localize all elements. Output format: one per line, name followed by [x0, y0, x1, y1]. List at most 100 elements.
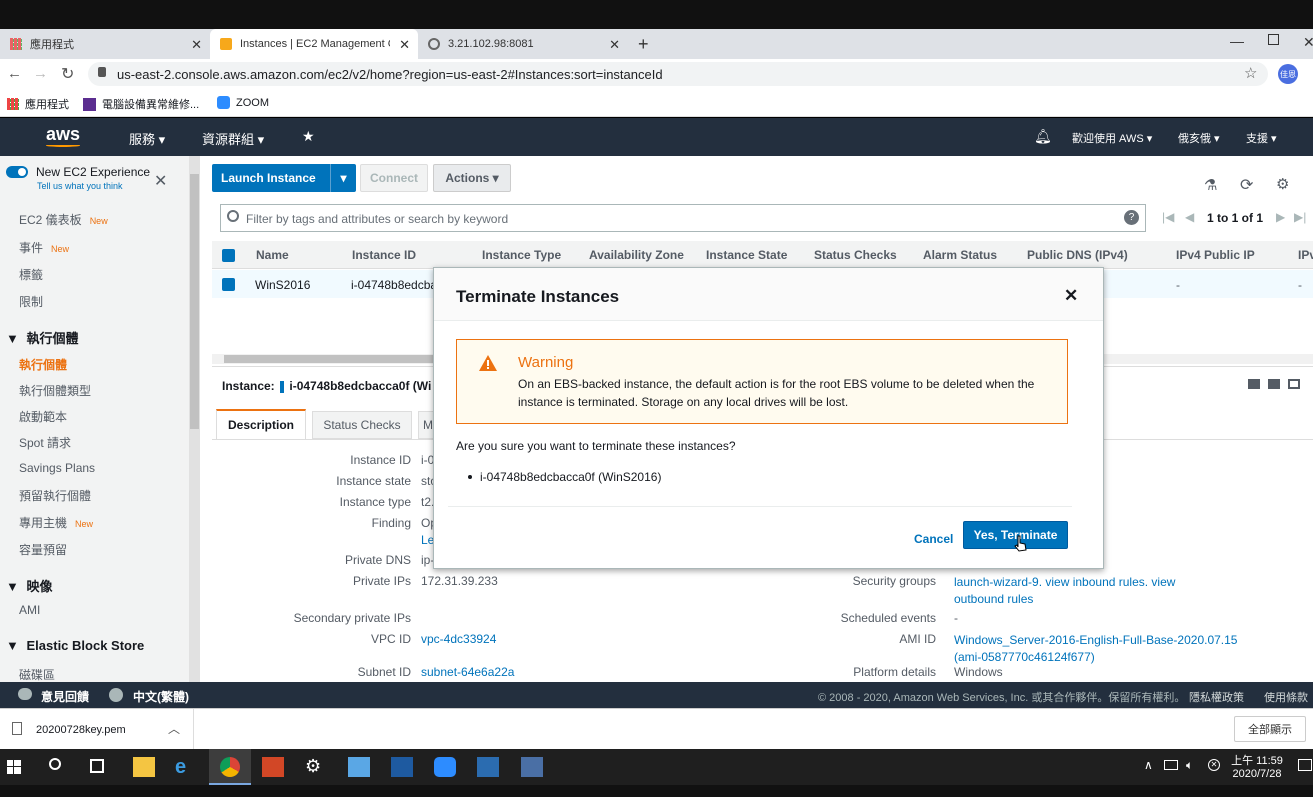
- bullet-icon: [468, 475, 472, 479]
- screen-bottom-bar: [0, 785, 1313, 797]
- zoom-icon: [217, 96, 230, 109]
- bell-icon[interactable]: 🔔︎: [1034, 128, 1052, 145]
- pin-icon[interactable]: ★: [302, 128, 315, 145]
- network-icon[interactable]: [1164, 760, 1178, 770]
- tab-apps[interactable]: 應用程式 ✕: [0, 29, 210, 59]
- profile-avatar[interactable]: 佳恩: [1278, 64, 1298, 84]
- tab-label: 應用程式: [30, 39, 74, 51]
- tab-ec2[interactable]: Instances | EC2 Management C ✕: [210, 29, 418, 59]
- divider: [193, 709, 194, 750]
- minimize-icon[interactable]: —: [1230, 33, 1244, 49]
- terms-link[interactable]: 使用條款: [1264, 689, 1308, 705]
- close-tab-icon[interactable]: ✕: [399, 37, 410, 53]
- ime-icon[interactable]: ✕: [1208, 759, 1220, 771]
- network-app-icon[interactable]: [521, 757, 543, 777]
- address-bar: ← → ↻ us-east-2.console.aws.amazon.com/e…: [0, 59, 1313, 89]
- ie-icon[interactable]: e: [175, 757, 197, 777]
- caret-down-icon: ▾: [257, 132, 265, 147]
- tab-ip[interactable]: 3.21.102.98:8081 ✕: [418, 29, 628, 59]
- bookmarks-bar: 應用程式 電腦設備異常維修... ZOOM: [0, 89, 1313, 117]
- region-menu[interactable]: 俄亥俄 ▾: [1178, 130, 1220, 146]
- support-label: 支援: [1246, 133, 1268, 145]
- warning-box: Warning On an EBS-backed instance, the d…: [456, 339, 1068, 424]
- aws-top-nav: aws 服務 ▾ 資源群組 ▾ ★ 🔔︎ 歡迎使用 AWS ▾ 俄亥俄 ▾ 支援…: [0, 118, 1313, 156]
- download-bar: 20200728key.pem ︿ 全部顯示: [0, 708, 1313, 750]
- region-label: 俄亥俄: [1178, 133, 1211, 145]
- chat-bubble-icon: [18, 688, 32, 700]
- bookmark-icon: [83, 97, 96, 111]
- browser-tab-bar: 應用程式 ✕ Instances | EC2 Management C ✕ 3.…: [0, 29, 1313, 59]
- account-menu[interactable]: 歡迎使用 AWS ▾: [1072, 130, 1152, 146]
- globe-icon: [428, 38, 440, 50]
- bookmark-repair[interactable]: 電腦設備異常維修...: [83, 96, 199, 112]
- lock-icon: [98, 67, 106, 77]
- bookmark-apps[interactable]: 應用程式: [7, 96, 69, 112]
- profile-initials: 佳恩: [1280, 69, 1296, 79]
- apps-grid-icon: [10, 38, 22, 50]
- download-filename[interactable]: 20200728key.pem: [36, 724, 126, 736]
- windows-taskbar: e ⚙ ∧ 🔈︎ ✕ 上午 11:59 2020/7/28: [0, 749, 1313, 785]
- volume-icon[interactable]: 🔈︎: [1186, 758, 1193, 773]
- warning-icon: [479, 355, 497, 371]
- notification-icon[interactable]: [1298, 759, 1312, 771]
- file-icon: [12, 722, 22, 735]
- powershell-icon[interactable]: [391, 757, 413, 777]
- close-tab-icon[interactable]: ✕: [609, 37, 620, 53]
- cancel-button[interactable]: Cancel: [914, 532, 953, 546]
- restore-icon[interactable]: [1268, 34, 1279, 45]
- powerpoint-icon[interactable]: [262, 757, 284, 777]
- instance-list-text: i-04748b8edcbacca0f (WinS2016): [480, 470, 662, 484]
- privacy-link[interactable]: 隱私權政策: [1189, 689, 1244, 705]
- file-explorer-icon[interactable]: [133, 757, 155, 777]
- bookmark-zoom[interactable]: ZOOM: [217, 96, 269, 109]
- warning-title: Warning: [518, 354, 574, 371]
- new-tab-icon[interactable]: +: [638, 34, 649, 55]
- services-label: 服務: [129, 132, 156, 147]
- photos-icon[interactable]: [477, 757, 499, 777]
- settings-icon[interactable]: ⚙: [305, 756, 321, 777]
- warning-text: On an EBS-backed instance, the default a…: [518, 377, 1035, 409]
- tab-label: 3.21.102.98:8081: [448, 38, 534, 50]
- resource-groups-menu[interactable]: 資源群組 ▾: [202, 129, 264, 148]
- dialog-header: Terminate Instances ✕: [434, 268, 1103, 321]
- task-view-icon[interactable]: [90, 759, 104, 773]
- clock-time[interactable]: 上午 11:59: [1229, 752, 1285, 768]
- copyright-text: © 2008 - 2020, Amazon Web Services, Inc.…: [818, 692, 1186, 704]
- account-label: 歡迎使用 AWS: [1072, 133, 1144, 145]
- aws-footer: 意見回饋 中文(繁體) © 2008 - 2020, Amazon Web Se…: [0, 682, 1313, 708]
- chevron-up-icon[interactable]: ︿: [168, 720, 180, 737]
- close-tab-icon[interactable]: ✕: [191, 37, 202, 53]
- chevron-up-icon[interactable]: ∧: [1144, 758, 1153, 772]
- bookmark-label: 電腦設備異常維修...: [102, 99, 200, 111]
- forward-icon[interactable]: →: [33, 65, 48, 82]
- close-icon[interactable]: ✕: [1064, 286, 1078, 306]
- feedback-link[interactable]: 意見回饋: [41, 688, 89, 705]
- aws-logo[interactable]: aws: [46, 124, 80, 145]
- star-icon[interactable]: ☆: [1244, 64, 1257, 82]
- chrome-icon[interactable]: [220, 757, 240, 777]
- search-icon[interactable]: [49, 758, 61, 770]
- show-all-button[interactable]: 全部顯示: [1234, 716, 1306, 742]
- aws-smile-icon: [46, 144, 80, 147]
- bookmark-label: ZOOM: [236, 96, 269, 109]
- language-selector[interactable]: 中文(繁體): [133, 688, 189, 705]
- clock-date[interactable]: 2020/7/28: [1229, 768, 1285, 780]
- tab-label: Instances | EC2 Management C: [240, 38, 390, 50]
- bookmark-label: 應用程式: [25, 99, 69, 111]
- globe-icon: [109, 688, 123, 702]
- confirm-question: Are you sure you want to terminate these…: [456, 439, 736, 453]
- back-icon[interactable]: ←: [7, 65, 22, 82]
- services-menu[interactable]: 服務 ▾: [129, 129, 165, 148]
- windows-start-icon[interactable]: [7, 760, 21, 774]
- dialog-divider: [448, 506, 1072, 507]
- zoom-icon[interactable]: [434, 757, 456, 777]
- resource-groups-label: 資源群組: [202, 132, 255, 147]
- remote-desktop-icon[interactable]: [348, 757, 370, 777]
- support-menu[interactable]: 支援 ▾: [1246, 130, 1277, 146]
- url-field[interactable]: us-east-2.console.aws.amazon.com/ec2/v2/…: [88, 62, 1268, 86]
- caret-down-icon: ▾: [158, 132, 166, 147]
- reload-icon[interactable]: ↻: [61, 64, 74, 84]
- url-text: us-east-2.console.aws.amazon.com/ec2/v2/…: [117, 67, 663, 82]
- dialog-title: Terminate Instances: [456, 287, 620, 306]
- close-window-icon[interactable]: ✕: [1303, 34, 1313, 51]
